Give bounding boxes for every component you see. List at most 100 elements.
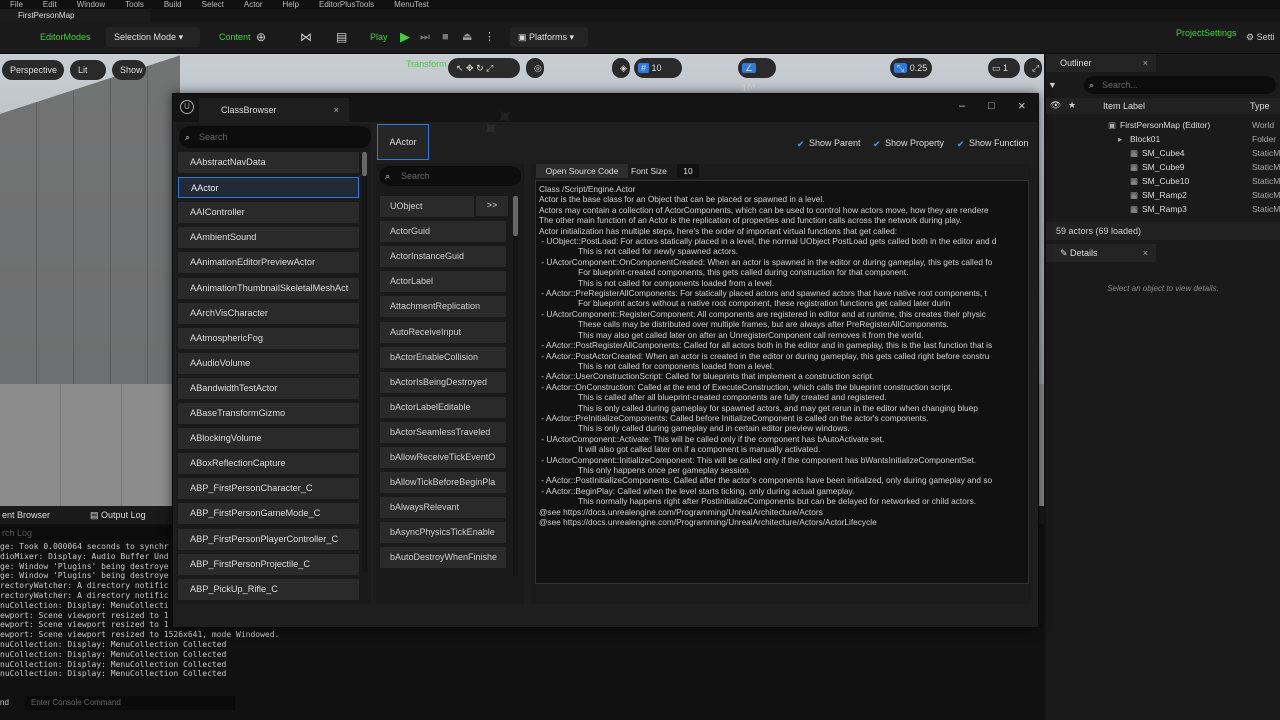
more-icon[interactable]: ⋮: [484, 30, 495, 44]
outliner-row[interactable]: ▦ SM_Cube9 StaticM: [1046, 160, 1280, 174]
blueprint-icon[interactable]: ⋈: [300, 30, 312, 44]
editor-modes-label[interactable]: EditorModes: [40, 30, 91, 44]
member-list-item[interactable]: ActorLabel: [380, 271, 506, 293]
star-icon[interactable]: ★: [1068, 100, 1076, 111]
class-list-item[interactable]: AActor: [178, 177, 359, 199]
window-titlebar[interactable]: U ClassBrowser × – □ ×: [173, 94, 1038, 122]
class-list-item[interactable]: AAnimationEditorPreviewActor: [178, 252, 359, 274]
member-list-item[interactable]: bActorIsBeingDestroyed: [380, 371, 506, 393]
class-list-item[interactable]: AAnimationThumbnailSkeletalMeshAct: [178, 277, 359, 299]
rotation-snap-toggle[interactable]: ∠ 10°: [738, 58, 776, 93]
content-label[interactable]: Content: [219, 30, 251, 44]
menu-item[interactable]: Window: [77, 0, 105, 9]
eject-icon[interactable]: ⏏: [462, 30, 472, 44]
play-icon[interactable]: ▶: [400, 30, 410, 44]
open-source-code-button[interactable]: Open Source Code: [536, 164, 628, 178]
class-list-item[interactable]: AArchVisCharacter: [178, 302, 359, 324]
scroll-thumb[interactable]: [362, 152, 367, 176]
outliner-row[interactable]: ▦ SM_Cube4 StaticM: [1046, 146, 1280, 160]
expand-button[interactable]: >>: [476, 196, 508, 216]
class-list-item[interactable]: ABP_FirstPersonPlayerController_C: [178, 528, 359, 550]
level-tab[interactable]: FirstPersonMap: [0, 9, 150, 22]
member-list-item[interactable]: ActorInstanceGuid: [380, 246, 506, 268]
close-window-icon[interactable]: ×: [1018, 98, 1026, 113]
console-input[interactable]: Enter Console Command: [25, 696, 235, 710]
show-function-checkbox[interactable]: ✔ Show Function: [957, 137, 1029, 149]
lit-button[interactable]: Lit: [70, 60, 106, 80]
surface-snap-icon[interactable]: ◈: [612, 58, 630, 78]
member-search-input[interactable]: ⌕ Search: [379, 166, 521, 186]
col-type[interactable]: Type: [1250, 101, 1270, 111]
class-list-item[interactable]: ABlockingVolume: [178, 428, 359, 450]
menu-item[interactable]: Actor: [244, 0, 263, 9]
camera-speed-button[interactable]: ▭ 1: [988, 58, 1020, 78]
cinematics-icon[interactable]: ▤: [336, 30, 347, 44]
member-list-item[interactable]: bAllowReceiveTickEventO: [380, 447, 506, 468]
selection-mode-dropdown[interactable]: Selection Mode ▾: [106, 27, 200, 47]
font-size-input[interactable]: 10: [677, 164, 699, 178]
menu-item[interactable]: File: [10, 0, 23, 9]
outliner-search-input[interactable]: ⌕ Search...: [1084, 76, 1276, 94]
scale-snap-toggle[interactable]: ⤡ 0.25: [890, 58, 932, 78]
selected-class-button[interactable]: AActor: [377, 124, 429, 160]
class-documentation-text[interactable]: Class /Script/Engine.Actor Actor is the b…: [535, 180, 1029, 584]
tab-details[interactable]: ✎ Details ×: [1046, 244, 1156, 262]
member-list-item[interactable]: ActorGuid: [380, 221, 506, 243]
add-content-icon[interactable]: ⊕: [256, 30, 266, 44]
class-list-item[interactable]: AAtmosphericFog: [178, 327, 359, 349]
menu-item[interactable]: Build: [164, 0, 182, 9]
class-list-scrollbar[interactable]: [362, 152, 367, 572]
outliner-row[interactable]: ▦ SM_Ramp2 StaticM: [1046, 188, 1280, 202]
perspective-button[interactable]: Perspective: [2, 60, 64, 80]
world-icon[interactable]: ◎: [526, 58, 544, 78]
member-list-item[interactable]: UObject: [380, 196, 474, 217]
member-list-scrollbar[interactable]: [513, 196, 518, 576]
member-list-item[interactable]: bActorSeamlessTraveled: [380, 421, 506, 443]
maximize-icon[interactable]: □: [988, 100, 995, 112]
minimize-icon[interactable]: –: [959, 100, 965, 112]
close-icon[interactable]: ×: [1143, 244, 1148, 262]
member-list-item[interactable]: bActorLabelEditable: [380, 396, 506, 418]
class-list-item[interactable]: AAudioVolume: [178, 352, 359, 374]
outliner-row[interactable]: ▦ SM_Cube10 StaticM: [1046, 174, 1280, 188]
menu-item[interactable]: Select: [202, 0, 224, 9]
class-list-item[interactable]: ABP_FirstPersonCharacter_C: [178, 478, 359, 500]
class-list-item[interactable]: AAIController: [178, 202, 359, 224]
class-list-item[interactable]: AAmbientSound: [178, 227, 359, 249]
member-list-item[interactable]: AttachmentReplication: [380, 296, 506, 318]
menu-item[interactable]: Help: [283, 0, 299, 9]
tab-output-log[interactable]: ▤ Output Log: [90, 506, 146, 524]
class-list-item[interactable]: ABP_FirstPersonProjectile_C: [178, 553, 359, 575]
outliner-row[interactable]: ▸ Block01 Folder: [1046, 132, 1280, 146]
member-list-item[interactable]: bAllowTickBeforeBeginPla: [380, 472, 506, 494]
class-search-input[interactable]: ⌕ Search: [179, 126, 371, 148]
show-parent-checkbox[interactable]: ✔ Show Parent: [797, 137, 861, 149]
settings-button[interactable]: ⚙ Setti: [1246, 30, 1275, 44]
menu-item[interactable]: Edit: [43, 0, 57, 9]
outliner-row[interactable]: ▣ FirstPersonMap (Editor) World: [1046, 118, 1280, 132]
class-list-item[interactable]: ABandwidthTestActor: [178, 377, 359, 399]
menu-item[interactable]: EditorPlusTools: [319, 0, 374, 9]
transform-tools[interactable]: ↖ ✥ ↻ ⤢: [448, 58, 520, 78]
close-icon[interactable]: ×: [1143, 54, 1148, 72]
maximize-viewport-icon[interactable]: ⤢: [1024, 58, 1042, 78]
show-property-checkbox[interactable]: ✔ Show Property: [873, 137, 944, 149]
class-list-item[interactable]: AAbstractNavData: [178, 152, 359, 173]
cmd-label[interactable]: nd: [0, 696, 9, 710]
menu-item[interactable]: MenuTest: [394, 0, 429, 9]
member-list-item[interactable]: bActorEnableCollision: [380, 346, 506, 368]
member-list-item[interactable]: AutoReceiveInput: [380, 321, 506, 343]
member-list-item[interactable]: bAutoDestroyWhenFinishe: [380, 547, 506, 569]
member-list-item[interactable]: bAlwaysRelevant: [380, 497, 506, 519]
menu-item[interactable]: Tools: [125, 0, 144, 9]
class-list-item[interactable]: ABoxReflectionCapture: [178, 453, 359, 475]
platforms-dropdown[interactable]: ▣ Platforms ▾: [510, 27, 588, 47]
tab-class-browser[interactable]: ClassBrowser ×: [199, 98, 349, 122]
col-item-label[interactable]: Item Label: [1103, 101, 1145, 111]
visibility-icon[interactable]: 👁: [1050, 100, 1061, 111]
class-list-item[interactable]: ABP_PickUp_Rifle_C: [178, 578, 359, 600]
stop-icon[interactable]: ■: [442, 30, 449, 44]
outliner-row[interactable]: ▦ SM_Ramp3 StaticM: [1046, 202, 1280, 216]
filter-icon[interactable]: ▼: [1048, 76, 1064, 94]
class-list-item[interactable]: ABP_FirstPersonGameMode_C: [178, 503, 359, 525]
